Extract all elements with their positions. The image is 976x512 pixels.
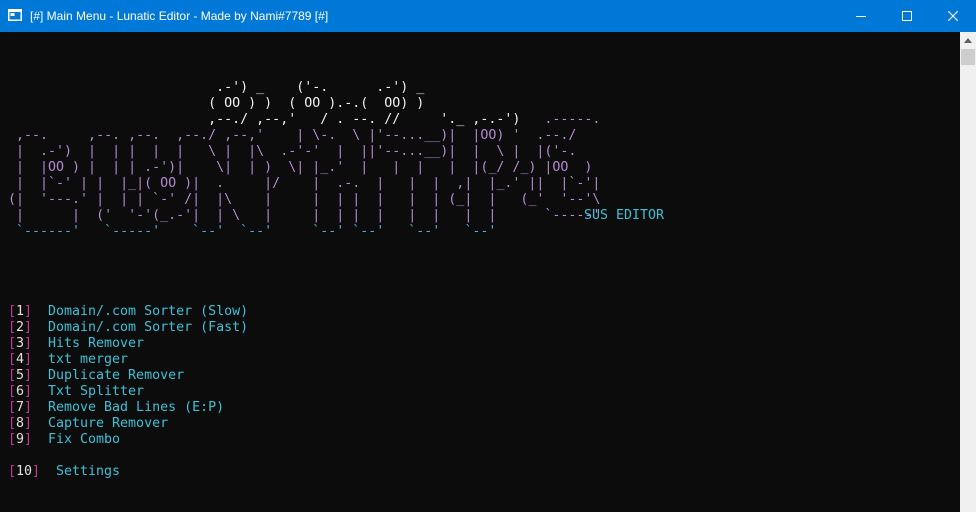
menu-item-label: Domain/.com Sorter (Slow) — [48, 304, 249, 319]
menu-item-label: Capture Remover — [48, 416, 169, 431]
minimize-icon — [856, 16, 866, 17]
console-app-icon — [8, 9, 22, 21]
vertical-scrollbar[interactable] — [960, 32, 976, 512]
menu-item-duplicate-remover[interactable]: [5] Duplicate Remover — [8, 368, 184, 384]
menu-item-settings[interactable]: [10] Settings — [8, 464, 120, 480]
maximize-button[interactable] — [884, 0, 930, 32]
menu-item-hits-remover[interactable]: [3] Hits Remover — [8, 336, 144, 352]
scroll-thumb[interactable] — [961, 49, 975, 65]
window-title: [#] Main Menu - Lunatic Editor - Made by… — [30, 9, 329, 23]
menu-item-label: Settings — [56, 464, 121, 479]
maximize-icon — [902, 11, 912, 21]
close-button[interactable] — [930, 0, 976, 32]
minimize-button[interactable] — [838, 0, 884, 32]
chevron-up-icon — [964, 38, 972, 43]
menu-item-txt-splitter[interactable]: [6] Txt Splitter — [8, 384, 144, 400]
banner-subtitle: SUS EDITOR — [584, 208, 665, 223]
menu-item-txt-merger[interactable]: [4] txt merger — [8, 352, 128, 368]
menu-item-remove-bad-lines[interactable]: [7] Remove Bad Lines (E:P) — [8, 400, 224, 416]
ascii-banner-logo: .-') _ ('-. .-') _ ( OO ) ) ( OO ).-.( O… — [0, 80, 617, 239]
menu-item-label: Hits Remover — [48, 336, 145, 351]
menu-item-domain-sorter-fast[interactable]: [2] Domain/.com Sorter (Fast) — [8, 320, 248, 336]
scroll-up-button[interactable] — [960, 32, 976, 49]
title-bar[interactable]: [#] Main Menu - Lunatic Editor - Made by… — [0, 0, 976, 32]
menu-item-capture-remover[interactable]: [8] Capture Remover — [8, 416, 168, 432]
menu-item-fix-combo[interactable]: [9] Fix Combo — [8, 432, 120, 448]
menu-item-label: Domain/.com Sorter (Fast) — [48, 320, 249, 335]
main-menu: [1] Domain/.com Sorter (Slow) [2] Domain/.… — [8, 304, 248, 480]
menu-item-domain-sorter-slow[interactable]: [1] Domain/.com Sorter (Slow) — [8, 304, 248, 320]
menu-item-label: Remove Bad Lines (E:P) — [48, 400, 225, 415]
menu-item-label: Txt Splitter — [48, 384, 145, 399]
close-icon — [948, 11, 958, 21]
menu-item-label: txt merger — [48, 352, 129, 367]
menu-item-label: Fix Combo — [48, 432, 121, 447]
console-output: .-') _ ('-. .-') _ ( OO ) ) ( OO ).-.( O… — [0, 32, 960, 512]
menu-item-label: Duplicate Remover — [48, 368, 185, 383]
